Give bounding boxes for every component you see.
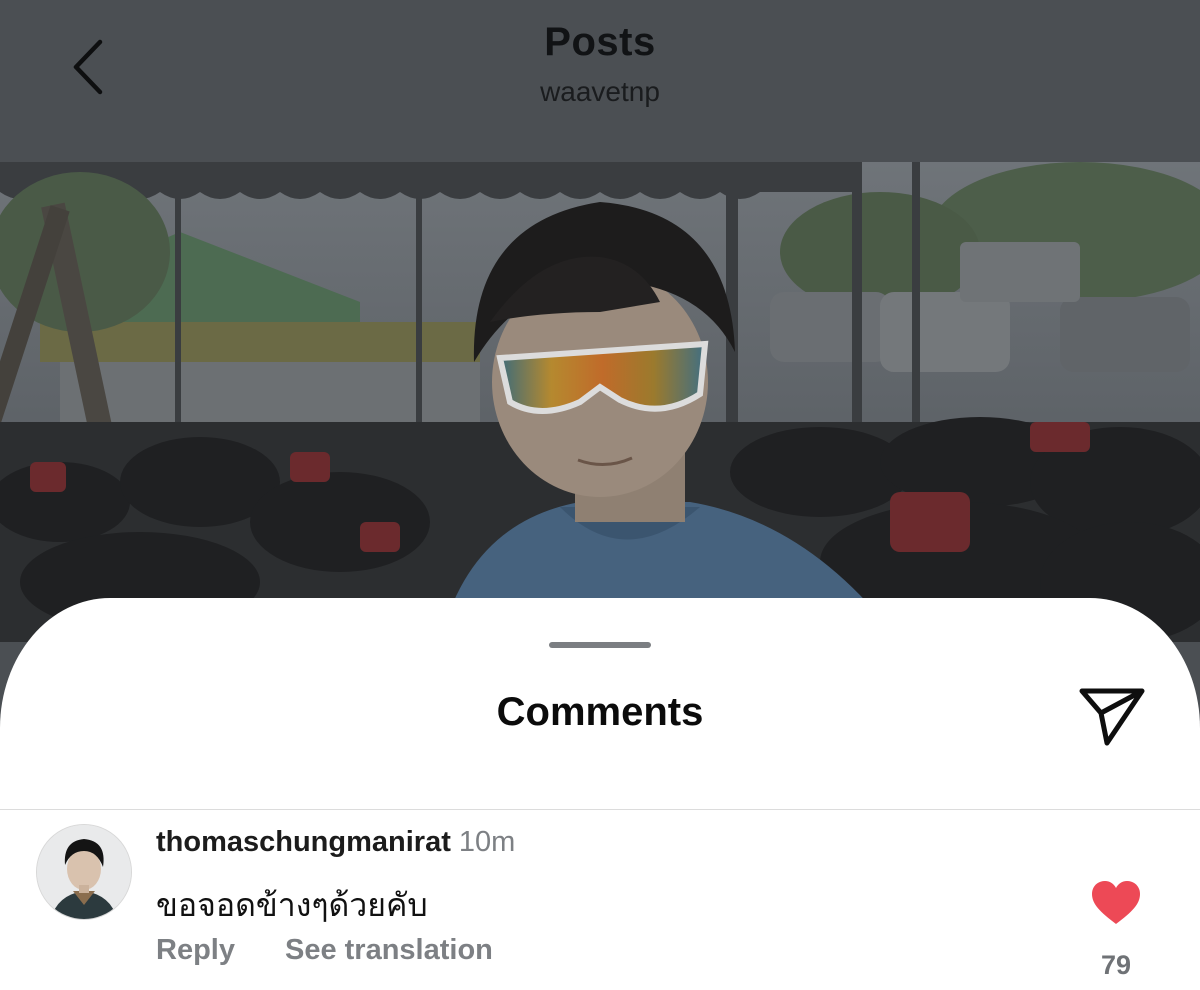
like-button[interactable] — [1090, 880, 1142, 926]
paper-plane-icon — [1079, 688, 1145, 746]
like-count: 79 — [1100, 950, 1132, 980]
comments-title: Comments — [496, 690, 704, 734]
comments-sheet: Comments thomaschungmanirat 10m ขอจอดข้า… — [0, 598, 1200, 990]
comment-username[interactable]: thomaschungmanirat — [156, 826, 451, 858]
reply-button[interactable]: Reply — [156, 934, 235, 966]
comment-item: thomaschungmanirat 10m ขอจอดข้างๆด้วยคับ … — [0, 810, 1200, 990]
sheet-drag-handle[interactable] — [549, 642, 651, 648]
see-translation-button[interactable]: See translation — [285, 934, 493, 966]
avatar[interactable] — [36, 824, 132, 920]
comment-actions: Reply See translation — [156, 934, 493, 967]
page-title: Posts — [544, 20, 656, 64]
post-photo[interactable] — [0, 162, 1200, 642]
comment-text: ขอจอดข้างๆด้วยคับ — [156, 886, 428, 924]
comment-timestamp: 10m — [458, 826, 516, 858]
posts-screen: Posts waavetnp Comments thomaschungmanir… — [0, 0, 1200, 990]
heart-filled-icon — [1092, 881, 1140, 924]
share-button[interactable] — [1074, 682, 1150, 748]
comment-header: thomaschungmanirat 10m — [156, 826, 515, 859]
top-nav-bar: Posts waavetnp — [0, 0, 1200, 162]
page-subtitle-username[interactable]: waavetnp — [0, 76, 1200, 108]
